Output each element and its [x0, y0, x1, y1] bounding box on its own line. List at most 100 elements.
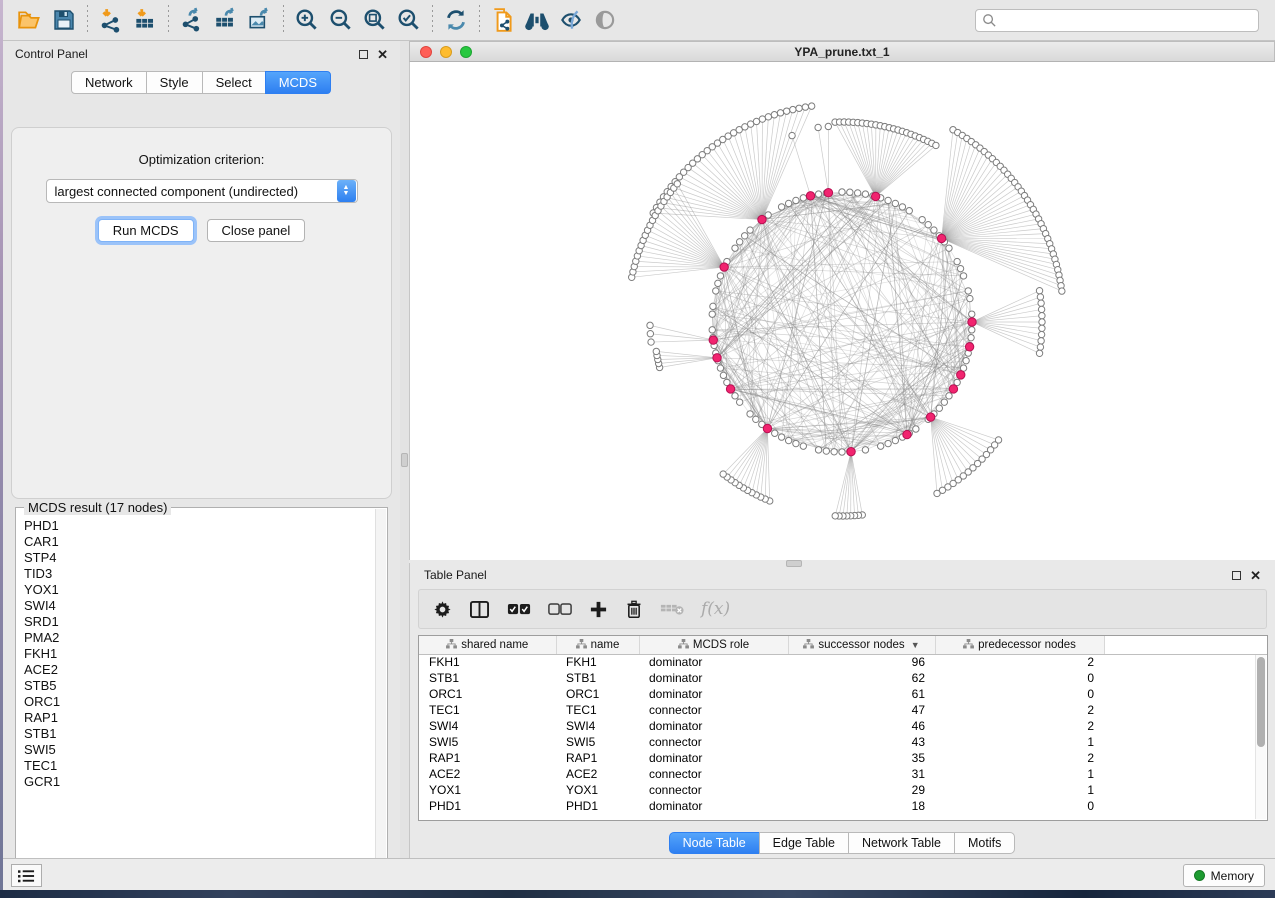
mcds-node[interactable]	[713, 354, 721, 362]
ring-node[interactable]	[720, 372, 726, 378]
cell-predecessor-nodes[interactable]: 2	[935, 702, 1104, 718]
leaf-node[interactable]	[777, 110, 783, 116]
mcds-result-item[interactable]: ORC1	[24, 694, 375, 710]
leaf-node[interactable]	[815, 124, 821, 130]
leaf-node[interactable]	[1039, 325, 1045, 331]
ring-node[interactable]	[847, 189, 853, 195]
leaf-node[interactable]	[825, 123, 831, 129]
mcds-node[interactable]	[949, 385, 957, 393]
tab-select[interactable]: Select	[202, 71, 266, 94]
leaf-node[interactable]	[789, 132, 795, 138]
ring-node[interactable]	[772, 430, 778, 436]
cell-successor-nodes[interactable]: 18	[788, 798, 935, 814]
ring-node[interactable]	[963, 357, 969, 363]
export-network-icon[interactable]	[175, 4, 209, 36]
ring-node[interactable]	[831, 449, 837, 455]
cell-predecessor-nodes[interactable]: 2	[935, 654, 1104, 670]
ring-node[interactable]	[960, 273, 966, 279]
tab-network-table[interactable]: Network Table	[848, 832, 955, 854]
column-header-predecessor-nodes[interactable]: predecessor nodes	[935, 636, 1104, 654]
mcds-result-item[interactable]: ACE2	[24, 662, 375, 678]
cell-MCDS-role[interactable]: dominator	[639, 750, 788, 766]
mcds-result-item[interactable]: STP4	[24, 550, 375, 566]
deselect-all-columns-icon[interactable]	[548, 603, 572, 616]
cell-shared-name[interactable]: ACE2	[419, 766, 556, 782]
leaf-node[interactable]	[1039, 313, 1045, 319]
mcds-node[interactable]	[824, 189, 832, 197]
cell-shared-name[interactable]: YOX1	[419, 782, 556, 798]
zoom-in-icon[interactable]	[290, 4, 324, 36]
leaf-node[interactable]	[1038, 300, 1044, 306]
cell-predecessor-nodes[interactable]: 0	[935, 798, 1104, 814]
cell-shared-name[interactable]: SWI5	[419, 734, 556, 750]
refresh-icon[interactable]	[439, 4, 473, 36]
close-window-icon[interactable]: ✕	[377, 50, 388, 59]
mcds-result-item[interactable]: PHD1	[24, 518, 375, 534]
cell-name[interactable]: ACE2	[556, 766, 639, 782]
ring-node[interactable]	[709, 311, 715, 317]
leaf-node[interactable]	[1059, 288, 1065, 294]
ring-node[interactable]	[965, 288, 971, 294]
leaf-node[interactable]	[771, 112, 777, 118]
search-input[interactable]	[997, 13, 1252, 27]
table-row[interactable]: FKH1FKH1dominator962	[419, 654, 1267, 670]
close-window-icon[interactable]: ✕	[1250, 571, 1261, 580]
ring-node[interactable]	[823, 448, 829, 454]
cell-MCDS-role[interactable]: connector	[639, 734, 788, 750]
ring-node[interactable]	[710, 303, 716, 309]
cell-MCDS-role[interactable]: dominator	[639, 718, 788, 734]
leaf-node[interactable]	[1037, 294, 1043, 300]
mcds-list-scrollbar[interactable]	[375, 509, 386, 877]
table-row[interactable]: STB1STB1dominator620	[419, 670, 1267, 686]
cell-successor-nodes[interactable]: 46	[788, 718, 935, 734]
ring-node[interactable]	[736, 399, 742, 405]
search-binoculars-icon[interactable]	[520, 4, 554, 36]
mcds-node[interactable]	[957, 371, 965, 379]
ring-node[interactable]	[785, 437, 791, 443]
cell-successor-nodes[interactable]: 61	[788, 686, 935, 702]
mcds-node[interactable]	[937, 234, 945, 242]
ring-node[interactable]	[815, 447, 821, 453]
mcds-result-item[interactable]: CAR1	[24, 534, 375, 550]
ring-node[interactable]	[717, 365, 723, 371]
float-window-icon[interactable]	[1232, 571, 1241, 580]
show-panel-list-button[interactable]	[11, 864, 42, 887]
ring-node[interactable]	[839, 189, 845, 195]
leaf-node[interactable]	[1038, 331, 1044, 337]
run-mcds-button[interactable]: Run MCDS	[98, 219, 194, 242]
ring-node[interactable]	[957, 265, 963, 271]
mcds-node[interactable]	[720, 263, 728, 271]
ring-node[interactable]	[715, 280, 721, 286]
show-column-panel-icon[interactable]	[469, 600, 490, 619]
close-panel-button[interactable]: Close panel	[207, 219, 306, 242]
ring-node[interactable]	[793, 197, 799, 203]
ring-node[interactable]	[892, 437, 898, 443]
leaf-node[interactable]	[647, 331, 653, 337]
cell-name[interactable]: PHD1	[556, 798, 639, 814]
cell-MCDS-role[interactable]: connector	[639, 766, 788, 782]
ring-node[interactable]	[969, 311, 975, 317]
show-graphics-icon[interactable]	[588, 4, 622, 36]
table-row[interactable]: SWI5SWI5connector431	[419, 734, 1267, 750]
memory-button[interactable]: Memory	[1183, 864, 1265, 887]
cell-name[interactable]: FKH1	[556, 654, 639, 670]
cell-name[interactable]: RAP1	[556, 750, 639, 766]
table-row[interactable]: YOX1YOX1connector291	[419, 782, 1267, 798]
leaf-node[interactable]	[796, 105, 802, 111]
mcds-result-item[interactable]: STB1	[24, 726, 375, 742]
cell-shared-name[interactable]: RAP1	[419, 750, 556, 766]
leaf-node[interactable]	[783, 108, 789, 114]
leaf-node[interactable]	[933, 142, 939, 148]
column-header-name[interactable]: name	[556, 636, 639, 654]
ring-node[interactable]	[877, 443, 883, 449]
ring-node[interactable]	[747, 411, 753, 417]
mcds-result-item[interactable]: SWI4	[24, 598, 375, 614]
select-all-columns-icon[interactable]	[507, 603, 531, 616]
cell-MCDS-role[interactable]: dominator	[639, 686, 788, 702]
mcds-node[interactable]	[903, 430, 911, 438]
export-table-icon[interactable]	[209, 4, 243, 36]
table-row[interactable]: ACE2ACE2connector311	[419, 766, 1267, 782]
ring-node[interactable]	[892, 200, 898, 206]
mcds-result-item[interactable]: YOX1	[24, 582, 375, 598]
column-header-successor-nodes[interactable]: successor nodes▼	[788, 636, 935, 654]
